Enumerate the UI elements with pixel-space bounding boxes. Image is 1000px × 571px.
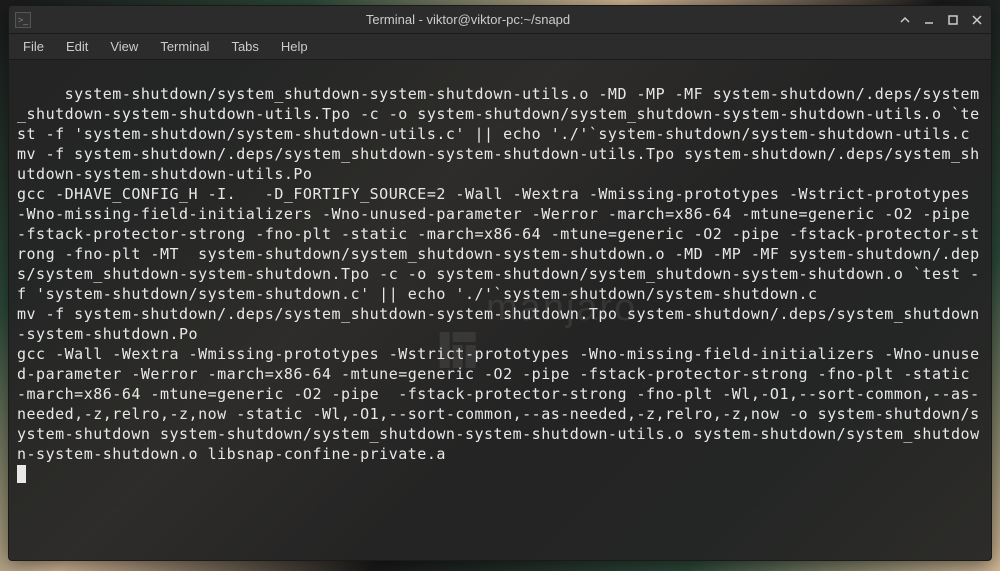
terminal-window: >_ Terminal - viktor@viktor-pc:~/snapd F… [8,5,992,561]
minimize-button[interactable] [921,12,937,28]
menu-help[interactable]: Help [271,36,318,57]
close-button[interactable] [969,12,985,28]
maximize-button[interactable] [945,12,961,28]
terminal-line: gcc -Wall -Wextra -Wmissing-prototypes -… [17,345,980,463]
terminal-line: system-shutdown/system_shutdown-system-s… [17,85,980,143]
rollup-button[interactable] [897,12,913,28]
window-title: Terminal - viktor@viktor-pc:~/snapd [39,12,897,27]
cursor [17,465,26,483]
menubar: File Edit View Terminal Tabs Help [9,34,991,60]
app-icon: >_ [15,12,31,28]
terminal-line: gcc -DHAVE_CONFIG_H -I. -D_FORTIFY_SOURC… [17,185,980,303]
menu-edit[interactable]: Edit [56,36,98,57]
window-controls [897,12,985,28]
menu-file[interactable]: File [13,36,54,57]
terminal-output[interactable]: manjaro system-shutdown/system_shutdown-… [9,60,991,560]
terminal-line: mv -f system-shutdown/.deps/system_shutd… [17,145,980,183]
menu-terminal[interactable]: Terminal [150,36,219,57]
titlebar: >_ Terminal - viktor@viktor-pc:~/snapd [9,6,991,34]
terminal-line: mv -f system-shutdown/.deps/system_shutd… [17,305,980,343]
menu-tabs[interactable]: Tabs [221,36,268,57]
menu-view[interactable]: View [100,36,148,57]
